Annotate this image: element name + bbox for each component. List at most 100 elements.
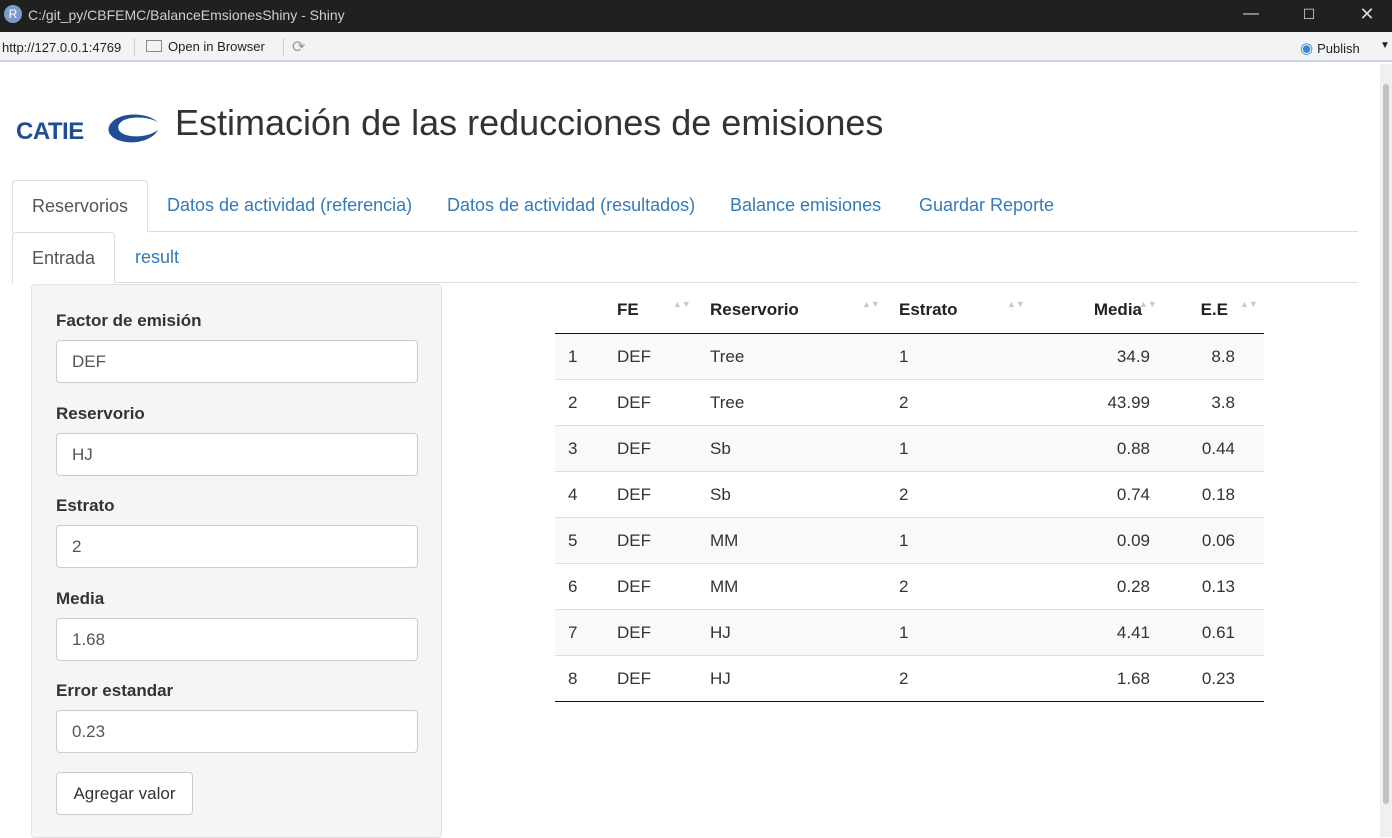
- vertical-scrollbar[interactable]: [1380, 64, 1392, 837]
- fe-cell: DEF: [617, 485, 651, 504]
- logo-text: CATIE: [16, 118, 84, 145]
- scrollbar-thumb[interactable]: [1383, 84, 1389, 804]
- row-number: 8: [568, 669, 578, 688]
- maximize-button[interactable]: ☐: [1286, 0, 1332, 32]
- reservorio-label: Reservorio: [56, 404, 145, 423]
- row-number: 4: [568, 485, 578, 504]
- table-row[interactable]: 4 DEF Sb 2 0.74 0.18: [555, 472, 1264, 518]
- tab-result[interactable]: result: [135, 232, 179, 283]
- media-cell: 0.09: [1116, 531, 1150, 550]
- fe-cell: DEF: [617, 393, 651, 412]
- table-body: 1 DEF Tree 1 34.9 8.8 2 DEF Tree 2 43.99 3.8 3 DEF Sb 1…: [555, 334, 1264, 702]
- tab-entrada[interactable]: Entrada: [12, 232, 116, 284]
- tab-datos-resultados[interactable]: Datos de actividad (resultados): [447, 180, 695, 232]
- table-row[interactable]: 7 DEF HJ 1 4.41 0.61: [555, 610, 1264, 656]
- table-row[interactable]: 3 DEF Sb 1 0.88 0.44: [555, 426, 1264, 472]
- row-number: 3: [568, 439, 578, 458]
- publish-icon: ◉: [1300, 40, 1314, 57]
- url-text: http://127.0.0.1:4769: [2, 40, 122, 55]
- shiny-page: CATIE Estimación de las reducciones de e…: [0, 64, 1380, 838]
- page-title: Estimación de las reducciones de emision…: [175, 102, 884, 143]
- column-header-media[interactable]: Media: [1094, 300, 1142, 320]
- table-row[interactable]: 5 DEF MM 1 0.09 0.06: [555, 518, 1264, 564]
- media-cell: 0.28: [1116, 577, 1150, 596]
- column-header-ee[interactable]: E.E: [1201, 300, 1228, 320]
- sort-icon[interactable]: ▲▼: [862, 300, 880, 309]
- reservorio-input[interactable]: HJ: [56, 433, 418, 476]
- media-cell: 4.41: [1116, 623, 1150, 642]
- fe-cell: DEF: [617, 577, 651, 596]
- column-header-estrato[interactable]: Estrato: [899, 300, 958, 320]
- r-app-icon: R: [4, 5, 22, 23]
- reservorio-cell: Tree: [710, 347, 745, 366]
- fe-cell: DEF: [617, 531, 651, 550]
- sub-tabset: Entrada result: [12, 232, 1358, 284]
- row-number: 6: [568, 577, 578, 596]
- row-number: 7: [568, 623, 578, 642]
- sort-icon[interactable]: ▲▼: [1139, 300, 1157, 309]
- tab-balance-emisiones[interactable]: Balance emisiones: [730, 180, 881, 232]
- minimize-button[interactable]: —: [1228, 0, 1274, 32]
- error-label: Error estandar: [56, 681, 174, 700]
- publish-button[interactable]: ◉ Publish: [1300, 39, 1360, 57]
- close-button[interactable]: ✕: [1344, 0, 1390, 32]
- reservorio-cell: MM: [710, 531, 739, 550]
- tab-datos-referencia[interactable]: Datos de actividad (referencia): [167, 180, 412, 232]
- media-cell: 34.9: [1116, 347, 1150, 366]
- table-row[interactable]: 6 DEF MM 2 0.28 0.13: [555, 564, 1264, 610]
- estrato-label: Estrato: [56, 496, 115, 515]
- reservorio-cell: MM: [710, 577, 739, 596]
- factor-label: Factor de emisión: [56, 311, 202, 330]
- viewer-toolbar: http://127.0.0.1:4769 Open in Browser ⟳ …: [0, 32, 1392, 62]
- table-row[interactable]: 2 DEF Tree 2 43.99 3.8: [555, 380, 1264, 426]
- ee-cell: 0.44: [1201, 439, 1235, 458]
- estrato-cell: 1: [899, 347, 909, 366]
- fe-cell: DEF: [617, 347, 651, 366]
- ee-cell: 0.06: [1201, 531, 1235, 550]
- tab-guardar-reporte[interactable]: Guardar Reporte: [919, 180, 1054, 232]
- media-cell: 0.74: [1116, 485, 1150, 504]
- open-in-browser-button[interactable]: Open in Browser: [146, 39, 265, 54]
- data-table: FE ▲▼ Reservorio ▲▼ Estrato ▲▼ Media ▲▼ …: [555, 286, 1264, 702]
- ee-cell: 0.61: [1201, 623, 1235, 642]
- reservorio-cell: Sb: [710, 485, 731, 504]
- column-header-reservorio[interactable]: Reservorio: [710, 300, 799, 320]
- publish-dropdown-icon[interactable]: ▼: [1380, 40, 1390, 51]
- fe-cell: DEF: [617, 623, 651, 642]
- row-number: 1: [568, 347, 578, 366]
- ee-cell: 3.8: [1211, 393, 1235, 412]
- open-in-browser-label: Open in Browser: [168, 39, 265, 54]
- reservorio-cell: Sb: [710, 439, 731, 458]
- fe-cell: DEF: [617, 669, 651, 688]
- ee-cell: 0.13: [1201, 577, 1235, 596]
- refresh-icon[interactable]: ⟳: [292, 37, 305, 57]
- sort-icon[interactable]: ▲▼: [1240, 300, 1258, 309]
- table-row[interactable]: 8 DEF HJ 2 1.68 0.23: [555, 656, 1264, 702]
- window-title: C:/git_py/CBFEMC/BalanceEmsionesShiny - …: [28, 7, 345, 23]
- table-row[interactable]: 1 DEF Tree 1 34.9 8.8: [555, 334, 1264, 380]
- ee-cell: 0.18: [1201, 485, 1235, 504]
- reservorio-cell: HJ: [710, 623, 731, 642]
- ee-cell: 8.8: [1211, 347, 1235, 366]
- estrato-cell: 2: [899, 393, 909, 412]
- factor-input[interactable]: DEF: [56, 340, 418, 383]
- ee-cell: 0.23: [1201, 669, 1235, 688]
- logo-swoosh-icon: [108, 114, 158, 143]
- sort-icon[interactable]: ▲▼: [1007, 300, 1025, 309]
- input-panel: Factor de emisión DEF Reservorio HJ Estr…: [31, 284, 442, 838]
- window-titlebar: R C:/git_py/CBFEMC/BalanceEmsionesShiny …: [0, 0, 1392, 32]
- sort-icon[interactable]: ▲▼: [673, 300, 691, 309]
- estrato-cell: 1: [899, 623, 909, 642]
- estrato-input[interactable]: 2: [56, 525, 418, 568]
- estrato-cell: 1: [899, 439, 909, 458]
- media-input[interactable]: 1.68: [56, 618, 418, 661]
- agregar-valor-button[interactable]: Agregar valor: [56, 772, 193, 815]
- estrato-cell: 2: [899, 669, 909, 688]
- error-input[interactable]: 0.23: [56, 710, 418, 753]
- table-header: FE ▲▼ Reservorio ▲▼ Estrato ▲▼ Media ▲▼ …: [555, 286, 1264, 334]
- row-number: 2: [568, 393, 578, 412]
- media-cell: 43.99: [1107, 393, 1150, 412]
- column-header-fe[interactable]: FE: [617, 300, 639, 320]
- tab-reservorios[interactable]: Reservorios: [12, 180, 149, 233]
- media-cell: 1.68: [1116, 669, 1150, 688]
